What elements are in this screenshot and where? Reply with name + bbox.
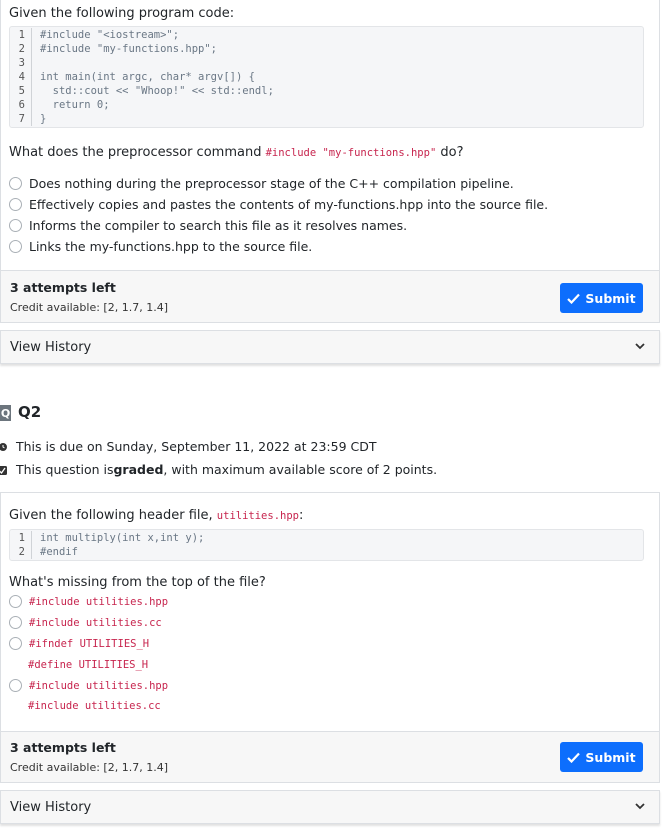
clock-icon: [0, 442, 7, 451]
q2-card: [0, 492, 660, 732]
radio-button[interactable]: [9, 679, 22, 692]
q1-option-1[interactable]: Does nothing during the preprocessor sta…: [9, 176, 514, 191]
code-text: #include "my-functions.hpp";: [40, 43, 218, 55]
q2-option-4[interactable]: #include utilities.hpp: [9, 679, 168, 692]
code-line: 5 std::cout << "Whoop!" << std::endl;: [10, 84, 643, 98]
line-number: 3: [10, 56, 32, 70]
submit-label: Submit: [585, 749, 636, 765]
q1-code-block: 1 #include "<iostream>"; 2 #include "my-fu…: [9, 26, 644, 128]
question-badge: Q: [0, 405, 11, 421]
line-number: 1: [10, 531, 32, 545]
graded-text: This question is: [16, 462, 114, 477]
code-line: 1 int multiply(int x,int y);: [10, 531, 643, 545]
line-number: 2: [10, 545, 32, 559]
code-line: 2 #include "my-functions.hpp";: [10, 42, 643, 56]
attempts-left: 3 attempts left: [10, 280, 116, 295]
checkmark-icon: [567, 752, 581, 763]
code-text: return 0;: [40, 99, 110, 111]
q2-option-4-line-2: #include utilities.cc: [28, 700, 161, 712]
radio-button[interactable]: [9, 616, 22, 629]
intro-inline-code: utilities.hpp: [216, 510, 299, 522]
chevron-down-icon: [635, 803, 645, 810]
radio-button[interactable]: [9, 177, 22, 190]
submit-button[interactable]: Submit: [560, 742, 643, 772]
line-number: 6: [10, 98, 32, 112]
radio-button[interactable]: [9, 198, 22, 211]
graded-text-end: , with maximum available score of 2 poin…: [163, 462, 438, 477]
radio-button[interactable]: [9, 637, 22, 650]
option-label: Links the my-functions.hpp to the source…: [29, 239, 313, 254]
radio-button[interactable]: [9, 219, 22, 232]
radio-button[interactable]: [9, 595, 22, 608]
q2-option-3-line-2: #define UTILITIES_H: [28, 659, 149, 671]
line-number: 2: [10, 42, 32, 56]
radio-button[interactable]: [9, 240, 22, 253]
q2-footer: 3 attempts left Credit available: [2, 1.…: [0, 731, 660, 783]
question-title: Q2: [18, 403, 42, 421]
line-number: 7: [10, 112, 32, 126]
code-text: #include "<iostream>";: [40, 29, 180, 41]
question-inline-code: #include "my-functions.hpp": [265, 147, 437, 159]
credit-available: Credit available: [2, 1.7, 1.4]: [10, 761, 168, 774]
intro-text-end: :: [298, 508, 304, 523]
attempts-left: 3 attempts left: [10, 740, 116, 755]
q1-option-3[interactable]: Informs the compiler to search this file…: [9, 218, 407, 233]
option-label: Does nothing during the preprocessor sta…: [29, 176, 514, 191]
q1-option-4[interactable]: Links the my-functions.hpp to the source…: [9, 239, 312, 254]
view-history-label: View History: [10, 800, 92, 815]
code-line: 4 int main(int argc, char* argv[]) {: [10, 70, 643, 84]
chevron-down-icon: [635, 343, 645, 350]
graded-bold: graded: [113, 462, 164, 477]
option-label: Informs the compiler to search this file…: [29, 218, 408, 233]
q2-view-history[interactable]: View History: [0, 790, 660, 824]
code-text: int main(int argc, char* argv[]) {: [40, 71, 255, 83]
code-line: 7}: [10, 112, 643, 126]
checkmark-icon: [567, 293, 581, 304]
credit-available: Credit available: [2, 1.7, 1.4]: [10, 301, 168, 314]
q1-footer: 3 attempts left Credit available: [2, 1.…: [0, 270, 660, 323]
intro-text: Given the following header file,: [9, 508, 217, 523]
line-number: 4: [10, 70, 32, 84]
q1-option-2[interactable]: Effectively copies and pastes the conten…: [9, 197, 548, 212]
q2-intro: Given the following header file, utiliti…: [9, 508, 303, 523]
code-text: #endif: [40, 546, 78, 558]
check-square-icon: [0, 465, 7, 475]
due-date-text: This is due on Sunday, September 11, 202…: [16, 439, 377, 454]
code-text: std::cout << "Whoop!" << std::endl;: [40, 85, 274, 97]
option-label: #ifndef UTILITIES_H: [29, 637, 150, 650]
line-number: 5: [10, 84, 32, 98]
submit-label: Submit: [585, 290, 636, 306]
submit-button[interactable]: Submit: [560, 283, 643, 313]
code-line: 3: [10, 56, 643, 70]
code-line: 1 #include "<iostream>";: [10, 28, 643, 42]
due-date-line: This is due on Sunday, September 11, 202…: [0, 439, 376, 454]
question-text: What does the preprocessor command: [9, 145, 266, 160]
code-line: 2 #endif: [10, 545, 643, 559]
graded-line: This question is graded, with maximum av…: [0, 462, 437, 477]
view-history-label: View History: [10, 340, 92, 355]
option-label: #include utilities.cc: [29, 616, 162, 629]
line-number: 1: [10, 28, 32, 42]
code-text: int multiply(int x,int y);: [40, 532, 205, 544]
code-line: 6 return 0;: [10, 98, 643, 112]
option-label: #include utilities.hpp: [29, 595, 169, 608]
option-label: #include utilities.hpp: [29, 679, 169, 692]
code-text: }: [40, 113, 47, 125]
q2-option-3[interactable]: #ifndef UTILITIES_H: [9, 637, 149, 650]
q1-view-history[interactable]: View History: [0, 330, 660, 364]
q2-option-1[interactable]: #include utilities.hpp: [9, 595, 168, 608]
q2-option-2[interactable]: #include utilities.cc: [9, 616, 162, 629]
question-text-end: do?: [436, 145, 464, 160]
option-label: Effectively copies and pastes the conten…: [29, 197, 549, 212]
q1-intro: Given the following program code:: [9, 6, 235, 21]
q2-code-block: 1 int multiply(int x,int y); 2 #endif: [9, 529, 644, 561]
q2-question: What's missing from the top of the file?: [9, 575, 266, 590]
q1-question: What does the preprocessor command #incl…: [9, 145, 464, 160]
